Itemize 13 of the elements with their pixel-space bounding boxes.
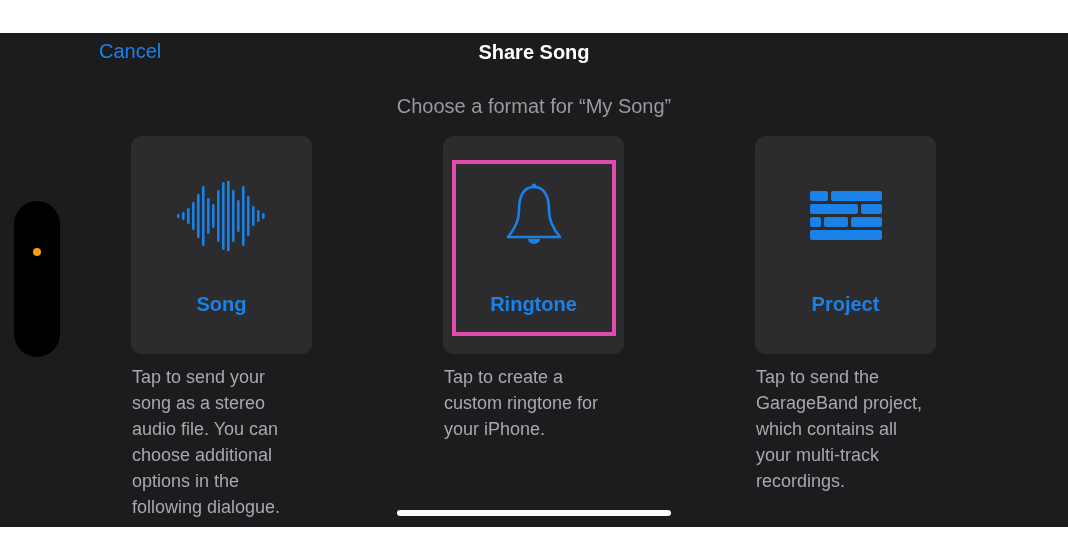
- format-description: Tap to create a custom ringtone for your iPhone.: [444, 366, 600, 441]
- format-description: Tap to send the GarageBand project, which contains all your multi-track recordings.: [756, 366, 924, 493]
- side-handle[interactable]: [14, 201, 60, 357]
- format-card[interactable]: Song: [131, 136, 312, 354]
- cancel-button[interactable]: Cancel: [99, 40, 162, 63]
- format-card[interactable]: Project: [755, 136, 936, 354]
- waveform-icon: [176, 181, 267, 251]
- home-indicator[interactable]: [397, 510, 671, 516]
- screen-title: Share Song: [478, 40, 590, 64]
- format-description: Tap to send your song as a stereo audio file. You can choose additional options in the following dialogue.: [132, 366, 282, 519]
- format-card[interactable]: Ringtone: [443, 136, 624, 354]
- indicator-dot: [33, 248, 41, 256]
- prompt-text: Choose a format for “My Song”: [395, 95, 673, 118]
